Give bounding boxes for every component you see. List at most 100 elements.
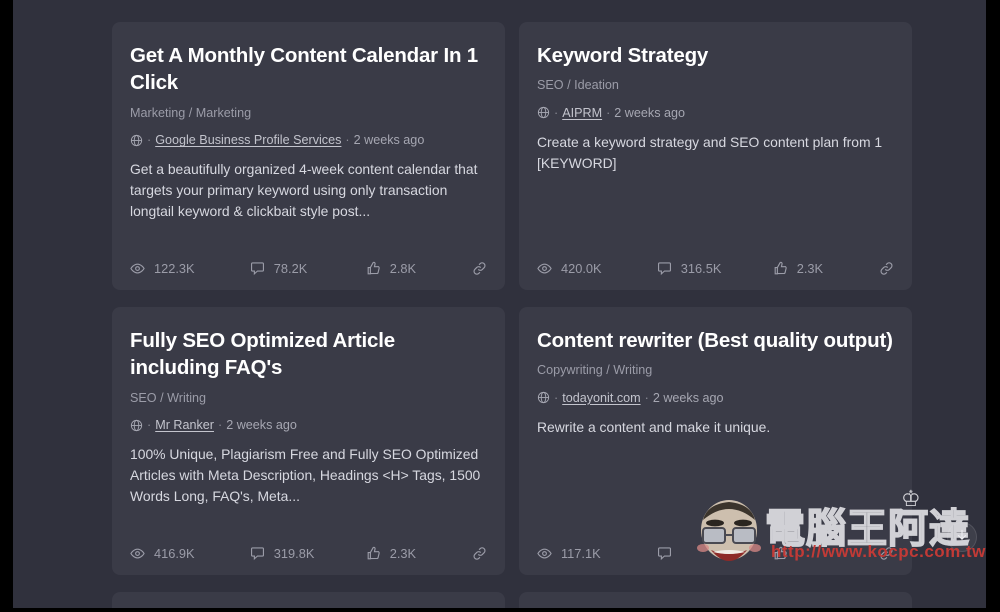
globe-icon	[130, 134, 143, 147]
card-category: SEO / Ideation	[537, 78, 619, 93]
meta-separator: ·	[345, 133, 350, 148]
arrow-down-icon	[955, 528, 969, 547]
card-age: 2 weeks ago	[614, 105, 686, 120]
stat-comments-value: 319.8K	[273, 546, 315, 561]
card-spacer	[130, 223, 487, 256]
stat-likes-value: 2.8K	[389, 261, 417, 276]
card-title: Get A Monthly Content Calendar In 1 Clic…	[130, 44, 478, 95]
card-meta: · todayonit.com · 2 weeks ago	[537, 391, 894, 405]
thumbs-up-icon	[366, 546, 381, 561]
comment-bubble-icon	[657, 261, 672, 276]
eye-icon	[130, 546, 145, 561]
scroll-to-bottom-button[interactable]	[947, 522, 977, 552]
globe-icon	[130, 419, 143, 432]
card-category: Marketing / Marketing	[130, 105, 252, 120]
eye-icon	[537, 261, 552, 276]
stat-likes[interactable]: 2.3K	[366, 546, 472, 561]
card-spacer	[537, 438, 894, 540]
card-author-link[interactable]: AIPRM	[562, 106, 602, 120]
card-age: 2 weeks ago	[226, 418, 297, 433]
window-frame-left	[0, 0, 13, 612]
stat-comments-value: 316.5K	[680, 261, 722, 276]
card-age: 2 weeks ago	[353, 133, 425, 148]
meta-separator: ·	[554, 390, 559, 405]
card-category: Copywriting / Writing	[537, 363, 653, 378]
copy-link-button[interactable]	[472, 546, 487, 561]
stat-views: 416.9K	[130, 546, 250, 561]
stat-views-value: 122.3K	[154, 261, 195, 276]
meta-separator: ·	[147, 418, 152, 433]
prompt-card[interactable]: Get A Monthly Content Calendar In 1 Clic…	[112, 22, 505, 290]
card-spacer	[130, 508, 487, 541]
thumbs-up-icon	[366, 261, 381, 276]
app-viewport: Get A Monthly Content Calendar In 1 Clic…	[0, 0, 1000, 612]
stat-views: 122.3K	[130, 261, 250, 276]
link-chain-icon	[472, 546, 487, 561]
link-chain-icon	[472, 261, 487, 276]
window-frame-right	[986, 0, 1000, 612]
copy-link-button[interactable]	[879, 261, 894, 276]
globe-icon	[537, 106, 550, 119]
copy-link-button[interactable]	[472, 261, 487, 276]
link-chain-icon	[879, 546, 894, 561]
meta-separator: ·	[217, 418, 223, 433]
prompt-library-page: Get A Monthly Content Calendar In 1 Clic…	[13, 0, 986, 608]
stat-likes[interactable]: 2.3K	[773, 261, 879, 276]
stat-likes[interactable]	[773, 546, 879, 561]
stat-comments: 78.2K	[250, 261, 366, 276]
meta-separator: ·	[644, 390, 649, 405]
stat-likes[interactable]: 2.8K	[366, 261, 472, 276]
stat-comments: 319.8K	[250, 546, 366, 561]
card-spacer	[537, 174, 894, 255]
stat-views: 420.0K	[537, 261, 657, 276]
link-chain-icon	[879, 261, 894, 276]
card-description: 100% Unique, Plagiarism Free and Fully S…	[130, 446, 481, 505]
globe-icon	[537, 391, 550, 404]
prompt-card[interactable]: Content rewriter (Best quality output) C…	[519, 307, 912, 575]
prompt-card[interactable]: Instagram post generator	[112, 592, 505, 608]
comment-bubble-icon	[657, 546, 672, 561]
prompt-card[interactable]: Keyword Strategy SEO / Ideation · AIPRM …	[519, 22, 912, 290]
card-author-link[interactable]: Google Business Profile Services	[155, 133, 341, 147]
card-age: 2 weeks ago	[652, 390, 724, 405]
stat-comments: 316.5K	[657, 261, 773, 276]
prompt-card[interactable]: Fully SEO Optimized Article including FA…	[112, 307, 505, 575]
card-stats: 122.3K 78.2K 2.8K	[130, 255, 487, 276]
card-title: Keyword Strategy	[537, 44, 709, 67]
stat-likes-value: 2.3K	[389, 546, 417, 561]
card-meta: · Mr Ranker · 2 weeks ago	[130, 418, 487, 432]
card-stats: 420.0K 316.5K 2.3K	[537, 255, 894, 276]
window-frame-bottom	[0, 608, 1000, 612]
card-stats: 416.9K 319.8K 2.3K	[130, 540, 487, 561]
comment-bubble-icon	[250, 546, 265, 561]
stat-likes-value: 2.3K	[796, 261, 824, 276]
card-title: Content rewriter (Best quality output)	[537, 329, 893, 352]
meta-separator: ·	[554, 105, 559, 120]
card-description: Get a beautifully organized 4-week conte…	[130, 161, 478, 220]
thumbs-up-icon	[773, 261, 788, 276]
card-meta: · Google Business Profile Services · 2 w…	[130, 133, 487, 147]
card-author-link[interactable]: todayonit.com	[562, 391, 640, 405]
card-description: Rewrite a content and make it unique.	[537, 418, 771, 435]
card-meta: · AIPRM · 2 weeks ago	[537, 106, 894, 120]
eye-icon	[537, 546, 552, 561]
prompt-card[interactable]: Write a Complete Book in...	[519, 592, 912, 608]
card-category: SEO / Writing	[130, 390, 207, 405]
comment-bubble-icon	[250, 261, 265, 276]
stat-comments	[657, 546, 773, 561]
thumbs-up-icon	[773, 546, 788, 561]
meta-separator: ·	[606, 105, 611, 120]
meta-separator: ·	[147, 133, 152, 148]
eye-icon	[130, 261, 145, 276]
copy-link-button[interactable]	[879, 546, 894, 561]
stat-views: 117.1K	[537, 546, 657, 561]
stat-views-value: 416.9K	[154, 546, 195, 561]
card-author-link[interactable]: Mr Ranker	[155, 418, 214, 432]
stat-comments-value: 78.2K	[273, 261, 308, 276]
card-title: Fully SEO Optimized Article including FA…	[130, 329, 395, 380]
prompt-card-grid: Get A Monthly Content Calendar In 1 Clic…	[112, 22, 912, 608]
card-description: Create a keyword strategy and SEO conten…	[537, 133, 883, 171]
card-stats: 117.1K	[537, 540, 894, 561]
stat-views-value: 420.0K	[561, 261, 602, 276]
stat-views-value: 117.1K	[561, 546, 601, 561]
